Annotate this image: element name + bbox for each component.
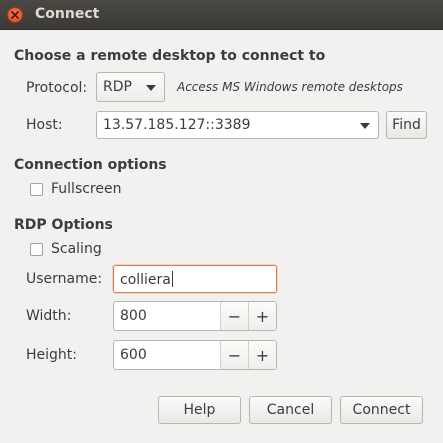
username-value: colliera	[120, 271, 173, 288]
protocol-value: RDP	[103, 79, 132, 95]
height-increment-button[interactable]: +	[248, 341, 276, 369]
width-value[interactable]: 800	[120, 308, 147, 324]
width-label: Width:	[26, 308, 72, 324]
scaling-label: Scaling	[51, 241, 102, 257]
username-label: Username:	[26, 271, 103, 287]
height-value[interactable]: 600	[120, 347, 147, 363]
close-button[interactable]	[7, 7, 23, 23]
height-decrement-button[interactable]: −	[220, 341, 248, 369]
height-label: Height:	[26, 347, 77, 363]
rdp-options-title: RDP Options	[14, 217, 113, 233]
username-field[interactable]: colliera	[113, 265, 277, 293]
height-spinner[interactable]: 600 − +	[113, 340, 277, 370]
host-combobox[interactable]: 13.57.185.127::3389	[96, 111, 379, 139]
protocol-hint: Access MS Windows remote desktops	[177, 80, 403, 94]
window-title: Connect	[35, 6, 100, 22]
connect-button[interactable]: Connect	[340, 396, 423, 424]
host-value: 13.57.185.127::3389	[103, 117, 251, 133]
help-button[interactable]: Help	[158, 396, 241, 424]
scaling-checkbox[interactable]	[30, 242, 43, 256]
width-decrement-button[interactable]: −	[220, 302, 248, 330]
connection-options-title: Connection options	[14, 157, 167, 173]
fullscreen-checkbox[interactable]	[30, 182, 43, 196]
chevron-down-icon[interactable]	[360, 123, 370, 129]
width-spinner[interactable]: 800 − +	[113, 301, 277, 331]
remote-section-title: Choose a remote desktop to connect to	[14, 48, 326, 64]
protocol-label: Protocol:	[26, 80, 88, 96]
close-icon	[11, 11, 19, 19]
fullscreen-row[interactable]: Fullscreen	[30, 181, 121, 197]
host-label: Host:	[26, 117, 63, 133]
width-increment-button[interactable]: +	[248, 302, 276, 330]
title-bar: Connect	[0, 0, 443, 30]
fullscreen-label: Fullscreen	[51, 181, 122, 197]
protocol-dropdown[interactable]: RDP	[96, 72, 165, 102]
find-button[interactable]: Find	[386, 111, 427, 139]
chevron-down-icon	[146, 85, 156, 91]
cancel-button[interactable]: Cancel	[249, 396, 332, 424]
scaling-row[interactable]: Scaling	[30, 241, 102, 257]
